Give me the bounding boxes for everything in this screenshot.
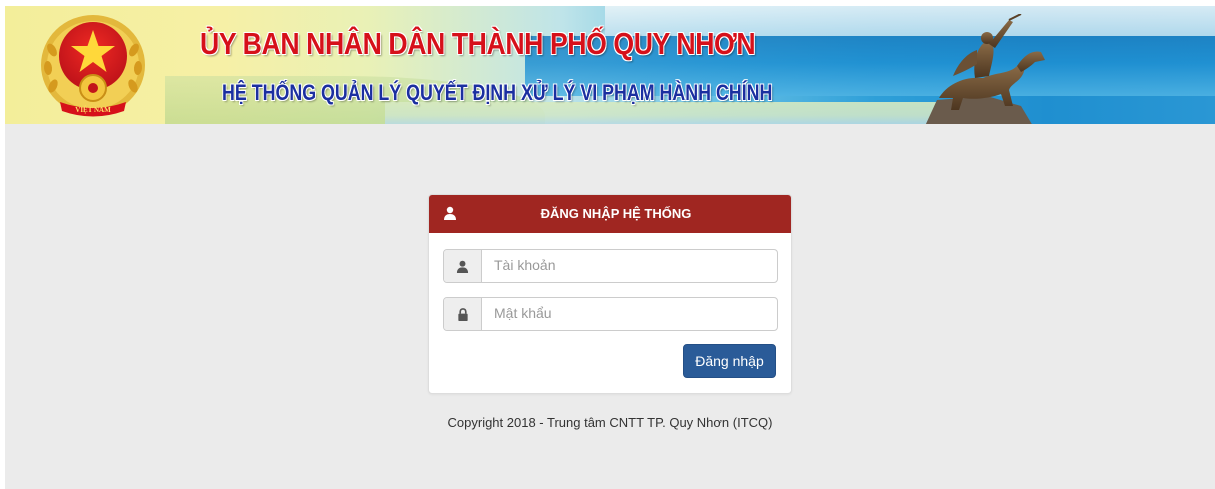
login-button[interactable]: Đăng nhập: [683, 344, 776, 378]
header-banner: VIỆT NAM ỦY BAN NHÂN DÂN THÀNH PHỐ QUY N…: [5, 6, 1215, 124]
user-icon: [456, 260, 469, 273]
lock-icon: [457, 307, 468, 321]
page: VIỆT NAM ỦY BAN NHÂN DÂN THÀNH PHỐ QUY N…: [0, 0, 1215, 489]
login-panel-heading: ĐĂNG NHẬP HỆ THỐNG: [429, 195, 791, 233]
main-content: ĐĂNG NHẬP HỆ THỐNG Tài khoản Đăng nhập C…: [5, 124, 1215, 489]
password-input-group: [443, 297, 778, 331]
username-input-group: [443, 249, 778, 283]
username-input[interactable]: [482, 250, 777, 280]
login-panel: ĐĂNG NHẬP HỆ THỐNG Tài khoản Đăng nhập: [428, 194, 792, 394]
password-input[interactable]: [482, 298, 777, 328]
username-addon: [444, 250, 482, 282]
emblem-ribbon-text: VIỆT NAM: [75, 106, 111, 114]
copyright-text: Copyright 2018 - Trung tâm CNTT TP. Quy …: [447, 415, 773, 430]
banner-title-system: HỆ THỐNG QUẢN LÝ QUYẾT ĐỊNH XỬ LÝ VI PHẠ…: [222, 80, 773, 105]
horseman-statue-image: [925, 14, 1045, 124]
login-panel-title: ĐĂNG NHẬP HỆ THỐNG: [540, 206, 692, 221]
national-emblem-logo: VIỆT NAM: [41, 15, 145, 117]
banner-title-city: ỦY BAN NHÂN DÂN THÀNH PHỐ QUY NHƠN: [200, 26, 756, 61]
password-addon: [444, 298, 482, 330]
